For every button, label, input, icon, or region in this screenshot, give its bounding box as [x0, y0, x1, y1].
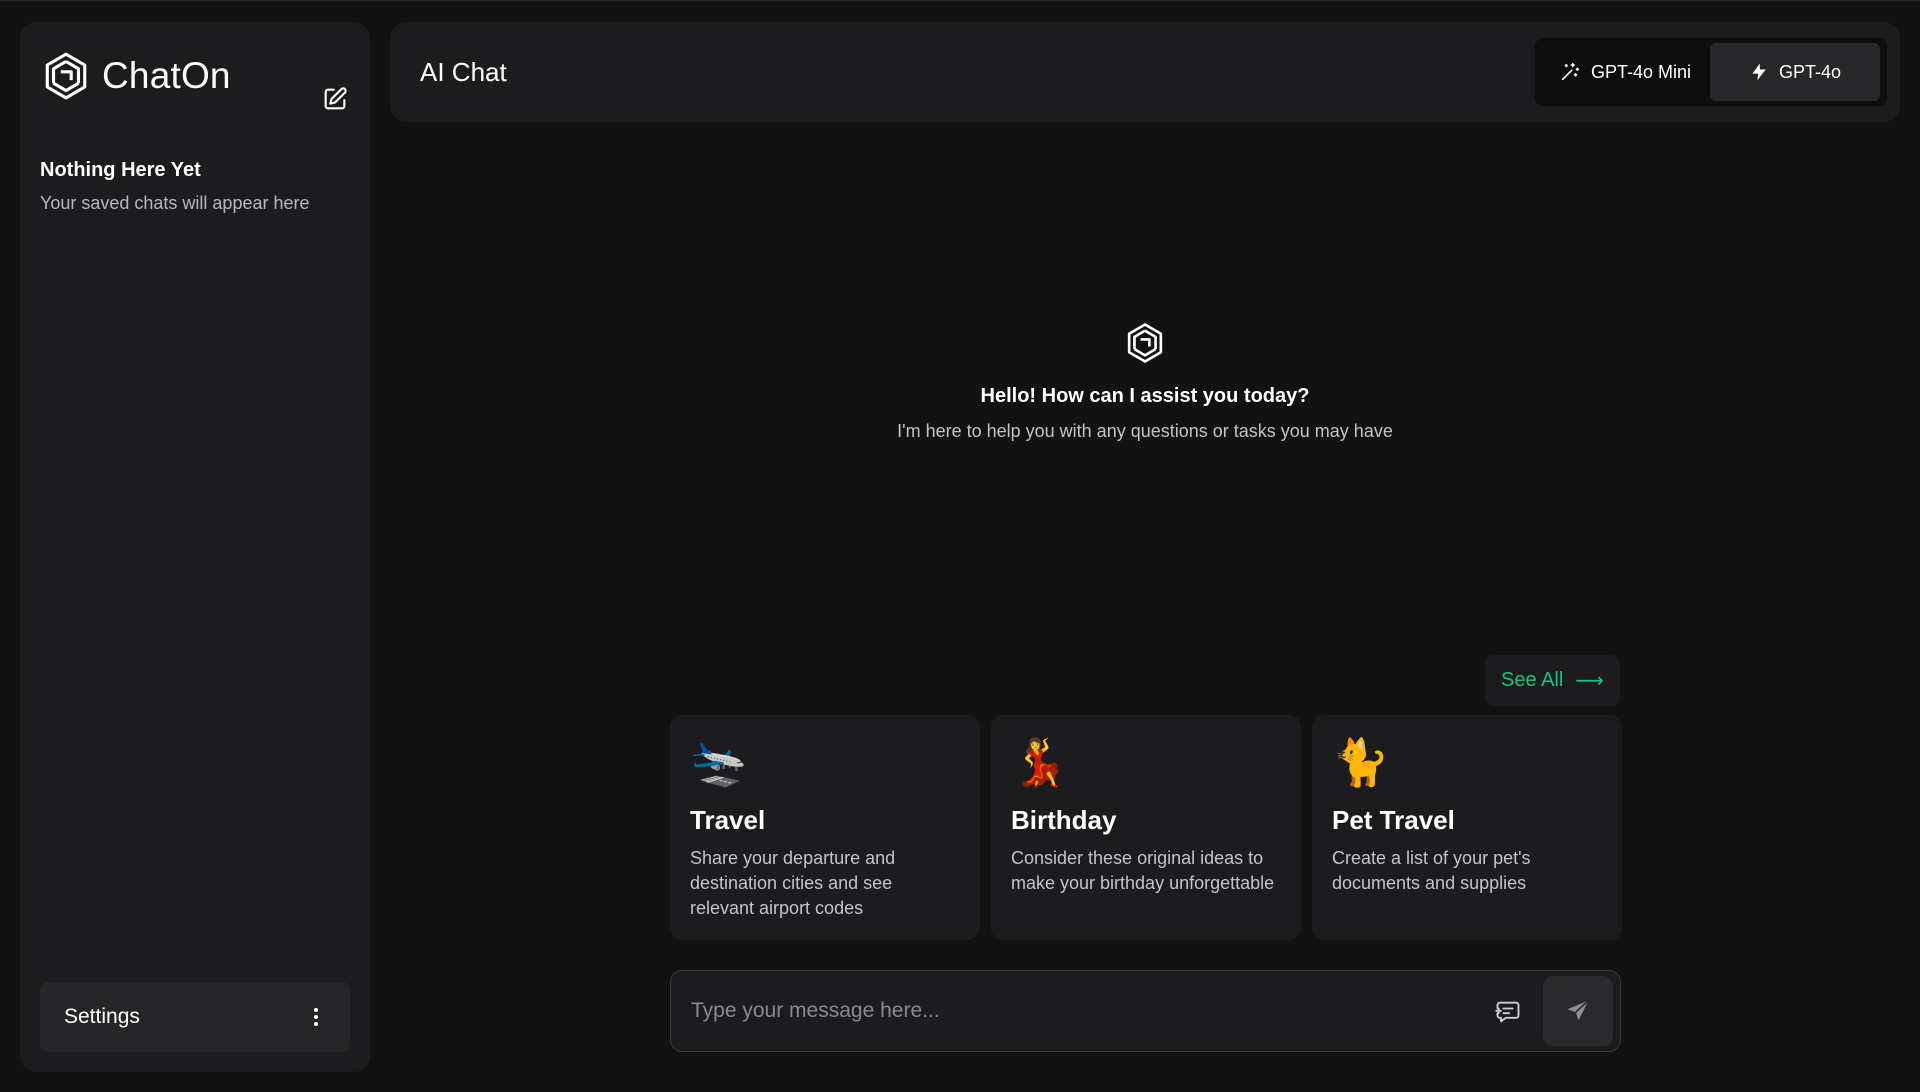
cat-icon: 🐈	[1332, 736, 1390, 788]
card-title: Birthday	[1011, 805, 1117, 835]
suggestion-card-birthday[interactable]: 💃 Birthday Consider these original ideas…	[991, 715, 1301, 940]
more-options-icon[interactable]	[306, 1005, 326, 1029]
app-root: ChatOn Nothing Here Yet Your saved chats…	[0, 0, 1920, 1092]
new-chat-button[interactable]	[318, 82, 352, 116]
card-title: Travel	[690, 805, 766, 835]
card-title: Pet Travel	[1332, 805, 1455, 835]
send-icon	[1567, 999, 1590, 1021]
top-header: AI Chat GPT-4o Mini GPT-4o	[390, 22, 1900, 122]
welcome-title: Hello! How can I assist you today?	[980, 385, 1310, 407]
brand: ChatOn	[40, 50, 231, 102]
lightning-bolt-icon	[1752, 63, 1766, 81]
prompt-list-icon	[1495, 1001, 1520, 1023]
send-button[interactable]	[1543, 976, 1613, 1046]
welcome-subtitle: I'm here to help you with any questions …	[897, 421, 1393, 441]
message-input[interactable]	[691, 991, 1471, 1031]
card-description: Create a list of your pet's documents an…	[1332, 848, 1531, 893]
magic-wand-icon	[1561, 62, 1580, 81]
dancer-icon: 💃	[1011, 736, 1069, 788]
model-label: GPT-4o	[1778, 61, 1842, 82]
settings-button[interactable]: Settings	[40, 982, 350, 1052]
model-label: GPT-4o Mini	[1590, 61, 1692, 82]
prompt-library-button[interactable]	[1491, 995, 1525, 1029]
welcome-section: Hello! How can I assist you today? I'm h…	[390, 321, 1900, 442]
suggestion-card-pet-travel[interactable]: 🐈 Pet Travel Create a list of your pet's…	[1312, 715, 1622, 940]
sidebar: ChatOn Nothing Here Yet Your saved chats…	[20, 22, 370, 1072]
see-all-button[interactable]: See All ⟶	[1485, 655, 1620, 706]
edit-icon	[324, 87, 347, 110]
brand-name: ChatOn	[102, 55, 231, 96]
see-all-label: See All	[1501, 669, 1564, 691]
suggestion-card-travel[interactable]: 🛬 Travel Share your departure and destin…	[670, 715, 980, 940]
empty-history-title: Nothing Here Yet	[40, 159, 201, 181]
suggestion-cards: 🛬 Travel Share your departure and destin…	[670, 715, 1622, 940]
empty-history-subtitle: Your saved chats will appear here	[40, 193, 310, 213]
settings-label: Settings	[64, 1005, 140, 1028]
chaton-logo-icon	[1127, 323, 1163, 363]
model-option-gpt-4o[interactable]: GPT-4o	[1710, 43, 1880, 101]
message-composer	[670, 970, 1621, 1052]
arrow-right-icon: ⟶	[1575, 670, 1604, 692]
airplane-arrival-icon: 🛬	[690, 736, 748, 788]
model-option-gpt-4o-mini[interactable]: GPT-4o Mini	[1540, 43, 1710, 101]
card-description: Share your departure and destination cit…	[690, 848, 896, 918]
card-description: Consider these original ideas to make yo…	[1011, 848, 1275, 893]
model-switcher: GPT-4o Mini GPT-4o	[1535, 38, 1887, 106]
chaton-logo-icon	[45, 52, 87, 100]
page-title: AI Chat	[420, 57, 507, 87]
